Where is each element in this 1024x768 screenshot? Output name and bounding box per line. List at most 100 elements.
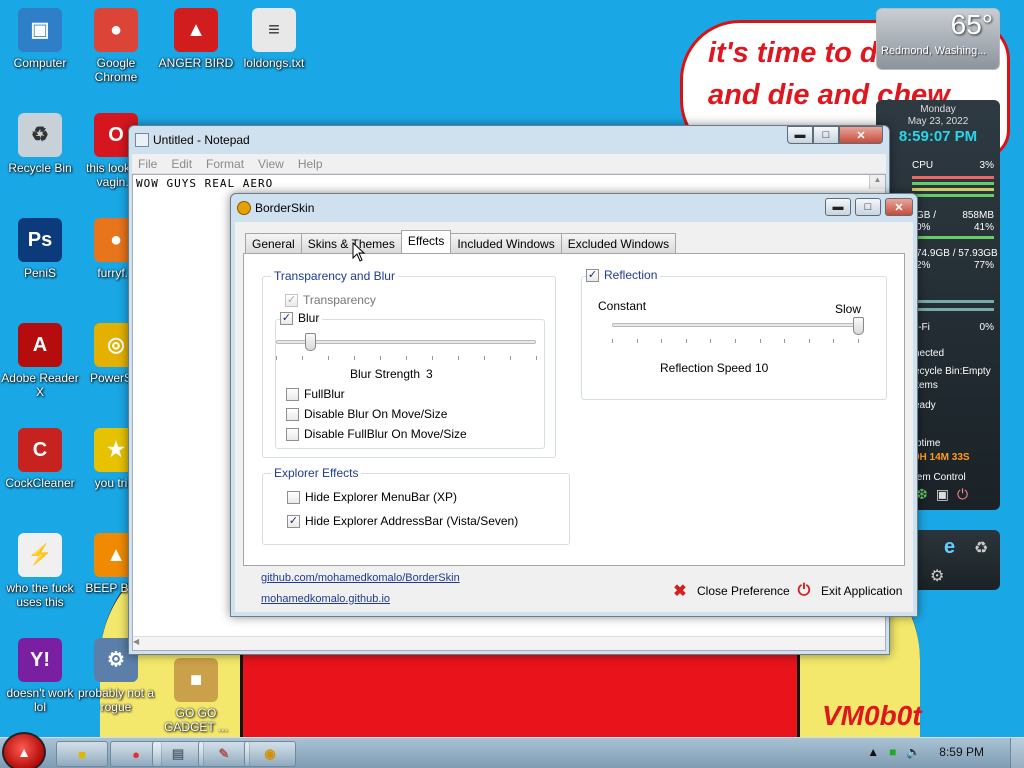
desktop-icon-0[interactable]: ▣ Computer bbox=[0, 8, 80, 70]
reflection-speed-slider[interactable] bbox=[853, 317, 864, 335]
sidebar-wifi-value: 0% bbox=[979, 322, 994, 333]
sidebar-power-icon[interactable]: ⏻ bbox=[957, 486, 968, 503]
sidebar-ram-left: GB / bbox=[916, 210, 937, 221]
fullblur-checkbox[interactable]: FullBlur bbox=[286, 387, 345, 401]
notepad-horizontal-scrollbar[interactable]: ◀ bbox=[133, 636, 885, 650]
mouse-cursor-icon bbox=[352, 242, 366, 262]
weather-gadget[interactable]: 65° Redmond, Washing... bbox=[876, 8, 1000, 70]
desktop-icon-label: probably not a rogue bbox=[77, 686, 155, 714]
tray-expand-icon[interactable]: ▲ bbox=[867, 745, 879, 759]
borderskin-window[interactable]: BorderSkin ▬ □ ✕ General Skins & Themes … bbox=[230, 193, 918, 617]
tab-excluded-windows[interactable]: Excluded Windows bbox=[560, 233, 677, 253]
tab-general[interactable]: General bbox=[245, 233, 302, 253]
tab-included-windows[interactable]: Included Windows bbox=[450, 233, 562, 253]
desktop-icon-8[interactable]: A Adobe Reader X bbox=[0, 323, 80, 399]
desktop-icon-1[interactable]: ● Google Chrome bbox=[76, 8, 156, 84]
borderskin-minimize-button[interactable]: ▬ bbox=[825, 198, 851, 216]
sidebar-ram-pct-right: 41% bbox=[973, 222, 994, 233]
notepad-title: Untitled - Notepad bbox=[153, 133, 250, 147]
disable-blur-move-checkbox[interactable]: Disable Blur On Move/Size bbox=[286, 407, 447, 421]
taskbar-notepad-button[interactable]: ▤ bbox=[152, 741, 204, 767]
desktop-icon-14[interactable]: Y! doesn't work lol bbox=[0, 638, 80, 714]
sidebar-control-label: tem Control bbox=[914, 472, 966, 483]
menu-format[interactable]: Format bbox=[206, 157, 244, 171]
transparency-label: Transparency bbox=[303, 293, 376, 307]
explorer-effects-group: Explorer Effects Hide Explorer MenuBar (… bbox=[262, 466, 570, 545]
quick-launch-gadget: e ♻ ⚙ bbox=[910, 530, 1000, 590]
exit-application-button[interactable]: ⏻ Exit Application bbox=[793, 580, 903, 602]
show-desktop-button[interactable] bbox=[1010, 738, 1024, 768]
gadget-gear-icon[interactable]: ⚙ bbox=[930, 566, 944, 586]
borderskin-maximize-button[interactable]: □ bbox=[855, 198, 881, 216]
desktop-icon-12[interactable]: ⚡ who the fuck uses this bbox=[0, 533, 80, 609]
reflection-speed-track[interactable] bbox=[612, 323, 858, 327]
notepad-titlebar[interactable]: Untitled - Notepad bbox=[129, 126, 889, 154]
angry-bird-icon: ▲ bbox=[174, 8, 218, 52]
transparency-blur-group: Transparency and Blur ✓ Transparency ✓ B… bbox=[262, 269, 556, 458]
slow-label: Slow bbox=[835, 302, 862, 316]
tray-volume-icon[interactable]: 🔈 bbox=[906, 745, 921, 759]
hide-addressbar-label: Hide Explorer AddressBar (Vista/Seven) bbox=[305, 514, 519, 528]
tab-effects[interactable]: Effects bbox=[400, 230, 452, 253]
system-tray: ▲ ■ 🔈 8:59 PM bbox=[857, 745, 984, 759]
disable-blur-move-checkmark bbox=[286, 407, 299, 421]
taskbar-paint-button[interactable]: ✎ bbox=[198, 741, 250, 767]
desktop-icon-6[interactable]: Ps PeniS bbox=[0, 218, 80, 280]
fullblur-label: FullBlur bbox=[304, 387, 345, 401]
transparency-checkbox[interactable]: ✓ Transparency bbox=[285, 293, 376, 307]
taskbar-borderskin-button[interactable]: ◉ bbox=[244, 741, 296, 767]
borderskin-close-button[interactable]: ✕ bbox=[885, 198, 913, 216]
menu-help[interactable]: Help bbox=[298, 157, 323, 171]
blur-tick bbox=[380, 356, 381, 360]
explorer-icon: ■ bbox=[78, 746, 86, 762]
adobe-reader-icon: A bbox=[18, 323, 62, 367]
desktop-icon-16[interactable]: ■ GO GO GADGET ... bbox=[156, 658, 236, 734]
menu-edit[interactable]: Edit bbox=[171, 157, 192, 171]
disable-fullblur-move-checkbox[interactable]: Disable FullBlur On Move/Size bbox=[286, 427, 467, 441]
sidebar-disk-pct-right: 77% bbox=[973, 260, 994, 271]
close-preference-button[interactable]: ✖ Close Preference bbox=[669, 580, 789, 602]
taskbar-explorer-button[interactable]: ■ bbox=[56, 741, 108, 767]
github-link[interactable]: github.com/mohamedkomalo/BorderSkin bbox=[261, 572, 460, 584]
gadget-folder-icon: ■ bbox=[174, 658, 218, 702]
chrome-icon: ● bbox=[132, 746, 140, 762]
desktop-icon-label: ANGER BIRD bbox=[158, 56, 234, 70]
blur-tick bbox=[432, 356, 433, 360]
reflection-label: Reflection bbox=[604, 268, 658, 282]
notepad-minimize-button[interactable]: ▬ bbox=[787, 126, 813, 144]
desktop-icon-4[interactable]: ♻ Recycle Bin bbox=[0, 113, 80, 175]
desktop-icon-10[interactable]: C CockCleaner bbox=[0, 428, 80, 490]
desktop-icon-2[interactable]: ▲ ANGER BIRD bbox=[156, 8, 236, 70]
sidebar-lock-icon[interactable]: ▣ bbox=[936, 486, 949, 503]
computer-icon: ▣ bbox=[18, 8, 62, 52]
tray-network-icon[interactable]: ■ bbox=[889, 745, 896, 759]
disable-fullblur-move-checkmark bbox=[286, 427, 299, 441]
notepad-vertical-scrollbar[interactable]: ▲ bbox=[869, 175, 885, 189]
desktop-icon-label: PeniS bbox=[23, 266, 57, 280]
notepad-maximize-button[interactable]: □ bbox=[813, 126, 839, 144]
notepad-close-button[interactable]: ✕ bbox=[839, 126, 883, 144]
hide-addressbar-checkbox[interactable]: ✓ Hide Explorer AddressBar (Vista/Seven) bbox=[287, 514, 518, 528]
ccleaner-icon: C bbox=[18, 428, 62, 472]
winamp-icon: ⚡ bbox=[18, 533, 62, 577]
ie-icon[interactable]: e bbox=[944, 536, 955, 559]
power-icon: ⏻ bbox=[797, 582, 811, 599]
reflection-checkbox[interactable]: ✓ Reflection bbox=[586, 268, 661, 282]
sidebar-cpu-value: 3% bbox=[979, 160, 994, 171]
fullblur-checkmark bbox=[286, 387, 299, 401]
blur-checkbox[interactable]: ✓ Blur bbox=[280, 311, 323, 325]
tray-clock[interactable]: 8:59 PM bbox=[939, 745, 984, 759]
borderskin-titlebar[interactable]: BorderSkin bbox=[231, 194, 917, 222]
sidebar-uptime-value: 0H 14M 33S bbox=[914, 452, 970, 463]
start-button[interactable]: ▲ bbox=[2, 732, 46, 768]
hide-menubar-checkbox[interactable]: Hide Explorer MenuBar (XP) bbox=[287, 490, 457, 504]
menu-view[interactable]: View bbox=[258, 157, 284, 171]
menu-file[interactable]: File bbox=[138, 157, 157, 171]
website-link[interactable]: mohamedkomalo.github.io bbox=[261, 593, 390, 605]
notepad-menubar: File Edit Format View Help bbox=[132, 154, 886, 174]
desktop-icon-3[interactable]: ≡ loldongs.txt bbox=[234, 8, 314, 70]
disable-fullblur-move-label: Disable FullBlur On Move/Size bbox=[304, 427, 467, 441]
blur-strength-slider[interactable] bbox=[304, 333, 316, 351]
hide-menubar-label: Hide Explorer MenuBar (XP) bbox=[305, 490, 458, 504]
recycle-bin-small-icon[interactable]: ♻ bbox=[974, 538, 988, 558]
